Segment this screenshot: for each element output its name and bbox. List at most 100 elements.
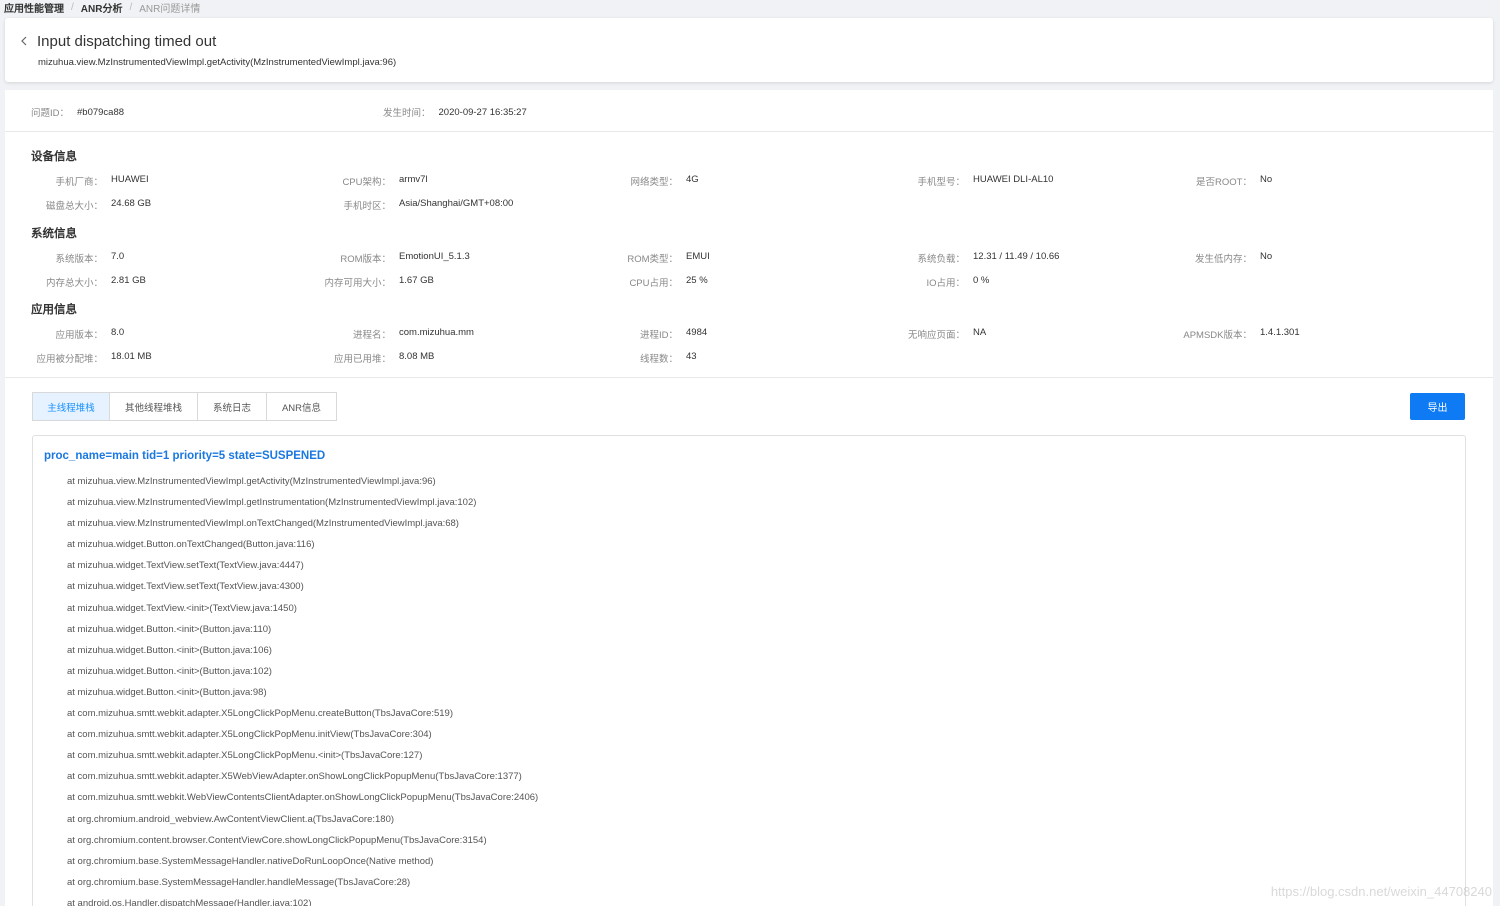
info-value: EmotionUI_5.1.3 [399,251,470,262]
info-item: 手机型号： HUAWEI DLI-AL10 [888,174,1053,188]
info-label: 应用版本： [55,330,103,341]
stack-trace-line: at org.chromium.android_webview.AwConten… [67,813,395,825]
info-label: 线程数： [639,354,678,365]
info-label: 应用已用堆： [333,354,391,365]
tab-system-log[interactable]: 系统日志 [198,392,267,421]
tab-main-thread-stack[interactable]: 主线程堆栈 [32,392,110,421]
detail-card: 问题ID： #b079ca88 发生时间： 2020-09-27 16:35:2… [5,90,1493,906]
breadcrumb: 应用性能管理 / ANR分析 / ANR问题详情 [4,0,201,15]
info-value: 24.68 GB [111,198,152,209]
info-item: IO占用： 0 % [888,275,989,289]
info-value: HUAWEI DLI-AL10 [973,174,1054,185]
breadcrumb-anr-analysis[interactable]: ANR分析 [81,0,123,15]
page-title: Input dispatching timed out [37,33,217,50]
stack-trace-line: at mizuhua.view.MzInstrumentedViewImpl.g… [67,497,477,509]
info-item: 内存总大小： 2.81 GB [31,275,146,289]
export-button[interactable]: 导出 [1410,393,1465,420]
issue-time: 发生时间： 2020-09-27 16:35:27 [383,105,527,120]
info-label: CPU架构： [342,177,391,188]
tab-anr-info[interactable]: ANR信息 [267,392,337,421]
info-label: 网络类型： [630,177,678,188]
issue-id: 问题ID： #b079ca88 [31,105,124,120]
info-value: NA [973,327,987,338]
issue-header-card: Input dispatching timed out mizuhua.view… [5,18,1493,82]
info-item: 进程名： com.mizuhua.mm [314,327,474,341]
info-value: 4984 [686,327,708,338]
info-item: ROM类型： EMUI [601,251,709,265]
stack-trace-line: at mizuhua.widget.Button.<init>(Button.j… [67,644,272,656]
info-label: 是否ROOT： [1196,177,1252,188]
info-item: ROM版本： EmotionUI_5.1.3 [314,251,470,265]
breadcrumb-apm[interactable]: 应用性能管理 [4,0,64,15]
info-label: 内存可用大小： [324,278,391,289]
stack-trace-line: at org.chromium.base.SystemMessageHandle… [67,855,434,867]
info-item: 应用已用堆： 8.08 MB [314,351,434,365]
info-label: 系统负载： [917,254,965,265]
info-value: 0 % [973,275,990,286]
info-item: 系统版本： 7.0 [31,251,124,265]
info-label: 系统版本： [55,254,103,265]
stack-trace-line: at mizuhua.widget.TextView.setText(TextV… [67,560,304,572]
info-label: 应用被分配堆： [36,354,103,365]
info-item: 手机时区： Asia/Shanghai/GMT+08:00 [314,198,513,212]
info-value: 8.0 [111,327,125,338]
info-item: 是否ROOT： No [1173,174,1272,188]
info-value: No [1260,174,1273,185]
info-label: 手机时区： [343,201,391,212]
stack-trace-line: at com.mizuhua.smtt.webkit.adapter.X5Web… [67,771,522,783]
info-value: 12.31 / 11.49 / 10.66 [973,251,1060,262]
info-value: armv7l [399,174,428,185]
info-label: 内存总大小： [45,278,103,289]
info-label: ROM版本： [340,254,391,265]
info-item: 无响应页面： NA [888,327,986,341]
info-item: 线程数： 43 [601,351,697,365]
stack-trace-line: at com.mizuhua.smtt.webkit.adapter.X5Lon… [67,750,423,762]
breadcrumb-separator: / [71,1,74,13]
info-value: 43 [686,351,697,362]
info-label: 无响应页面： [907,330,965,341]
info-value: 2.81 GB [111,275,146,286]
section-title-system: 系统信息 [31,228,77,240]
section-title-app: 应用信息 [31,304,77,316]
section-title-device: 设备信息 [31,151,77,163]
info-value: 1.4.1.301 [1260,327,1300,338]
info-label: 进程名： [352,330,391,341]
info-item: 应用版本： 8.0 [31,327,124,341]
stack-trace-line: at com.mizuhua.smtt.webkit.adapter.X5Lon… [67,708,454,720]
info-label: IO占用： [926,278,965,289]
info-item: CPU架构： armv7l [314,174,428,188]
info-item: 进程ID： 4984 [601,327,707,341]
info-value: HUAWEI [111,174,149,185]
info-item: APMSDK版本： 1.4.1.301 [1173,327,1300,341]
info-item: 手机厂商： HUAWEI [31,174,149,188]
tab-other-thread-stack[interactable]: 其他线程堆栈 [110,392,198,421]
info-value: 25 % [686,275,708,286]
info-item: 内存可用大小： 1.67 GB [314,275,434,289]
back-chevron-icon[interactable] [17,34,31,48]
info-item: 磁盘总大小： 24.68 GB [31,198,151,212]
breadcrumb-anr-detail: ANR问题详情 [139,3,201,15]
info-value: com.mizuhua.mm [399,327,474,338]
info-value: 1.67 GB [399,275,434,286]
issue-id-label: 问题ID： [31,108,70,119]
stack-trace-line: at mizuhua.view.MzInstrumentedViewImpl.g… [67,476,436,487]
info-label: 手机厂商： [55,177,103,188]
info-label: 进程ID： [639,330,678,341]
info-label: APMSDK版本： [1183,330,1252,341]
info-value: No [1260,251,1273,262]
info-label: 磁盘总大小： [45,201,103,212]
info-item: 系统负载： 12.31 / 11.49 / 10.66 [888,251,1059,265]
stack-trace-panel: proc_name=main tid=1 priority=5 state=SU… [32,435,1466,906]
stack-trace-header: proc_name=main tid=1 priority=5 state=SU… [44,450,326,462]
stack-trace-line: at mizuhua.widget.Button.<init>(Button.j… [67,686,267,698]
info-value: 8.08 MB [399,351,435,362]
info-value: Asia/Shanghai/GMT+08:00 [399,198,514,209]
section-divider [5,377,1493,378]
info-value: 7.0 [111,251,125,262]
info-label: 手机型号： [917,177,965,188]
stack-trace-line: at mizuhua.widget.TextView.setText(TextV… [67,581,304,593]
info-item: 应用被分配堆： 18.01 MB [31,351,151,365]
breadcrumb-separator: / [129,1,133,13]
stack-trace-line: at mizuhua.widget.TextView.<init>(TextVi… [67,602,297,614]
stack-trace-lines: at mizuhua.view.MzInstrumentedViewImpl.g… [67,476,538,906]
